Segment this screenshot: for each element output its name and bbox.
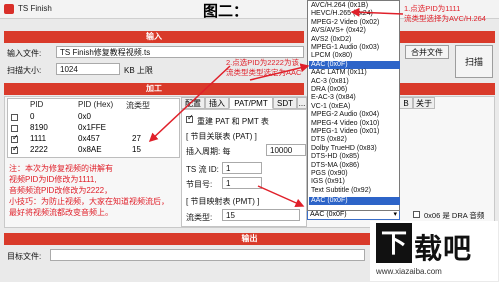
- target-file-field[interactable]: [50, 249, 365, 261]
- arrow-to-codec-select: [257, 185, 305, 208]
- arrow-to-aac: [249, 63, 310, 81]
- watermark-text: 载吧: [414, 233, 473, 264]
- watermark-url: www.xiazaiba.com: [376, 267, 442, 276]
- watermark: 下 载吧 www.xiazaiba.com: [370, 221, 498, 281]
- arrow-step-1: [350, 7, 404, 17]
- watermark-logo-box: 下: [376, 223, 412, 263]
- arrow-to-pid-1111: [148, 65, 231, 143]
- target-file-label: 目标文件:: [7, 252, 42, 261]
